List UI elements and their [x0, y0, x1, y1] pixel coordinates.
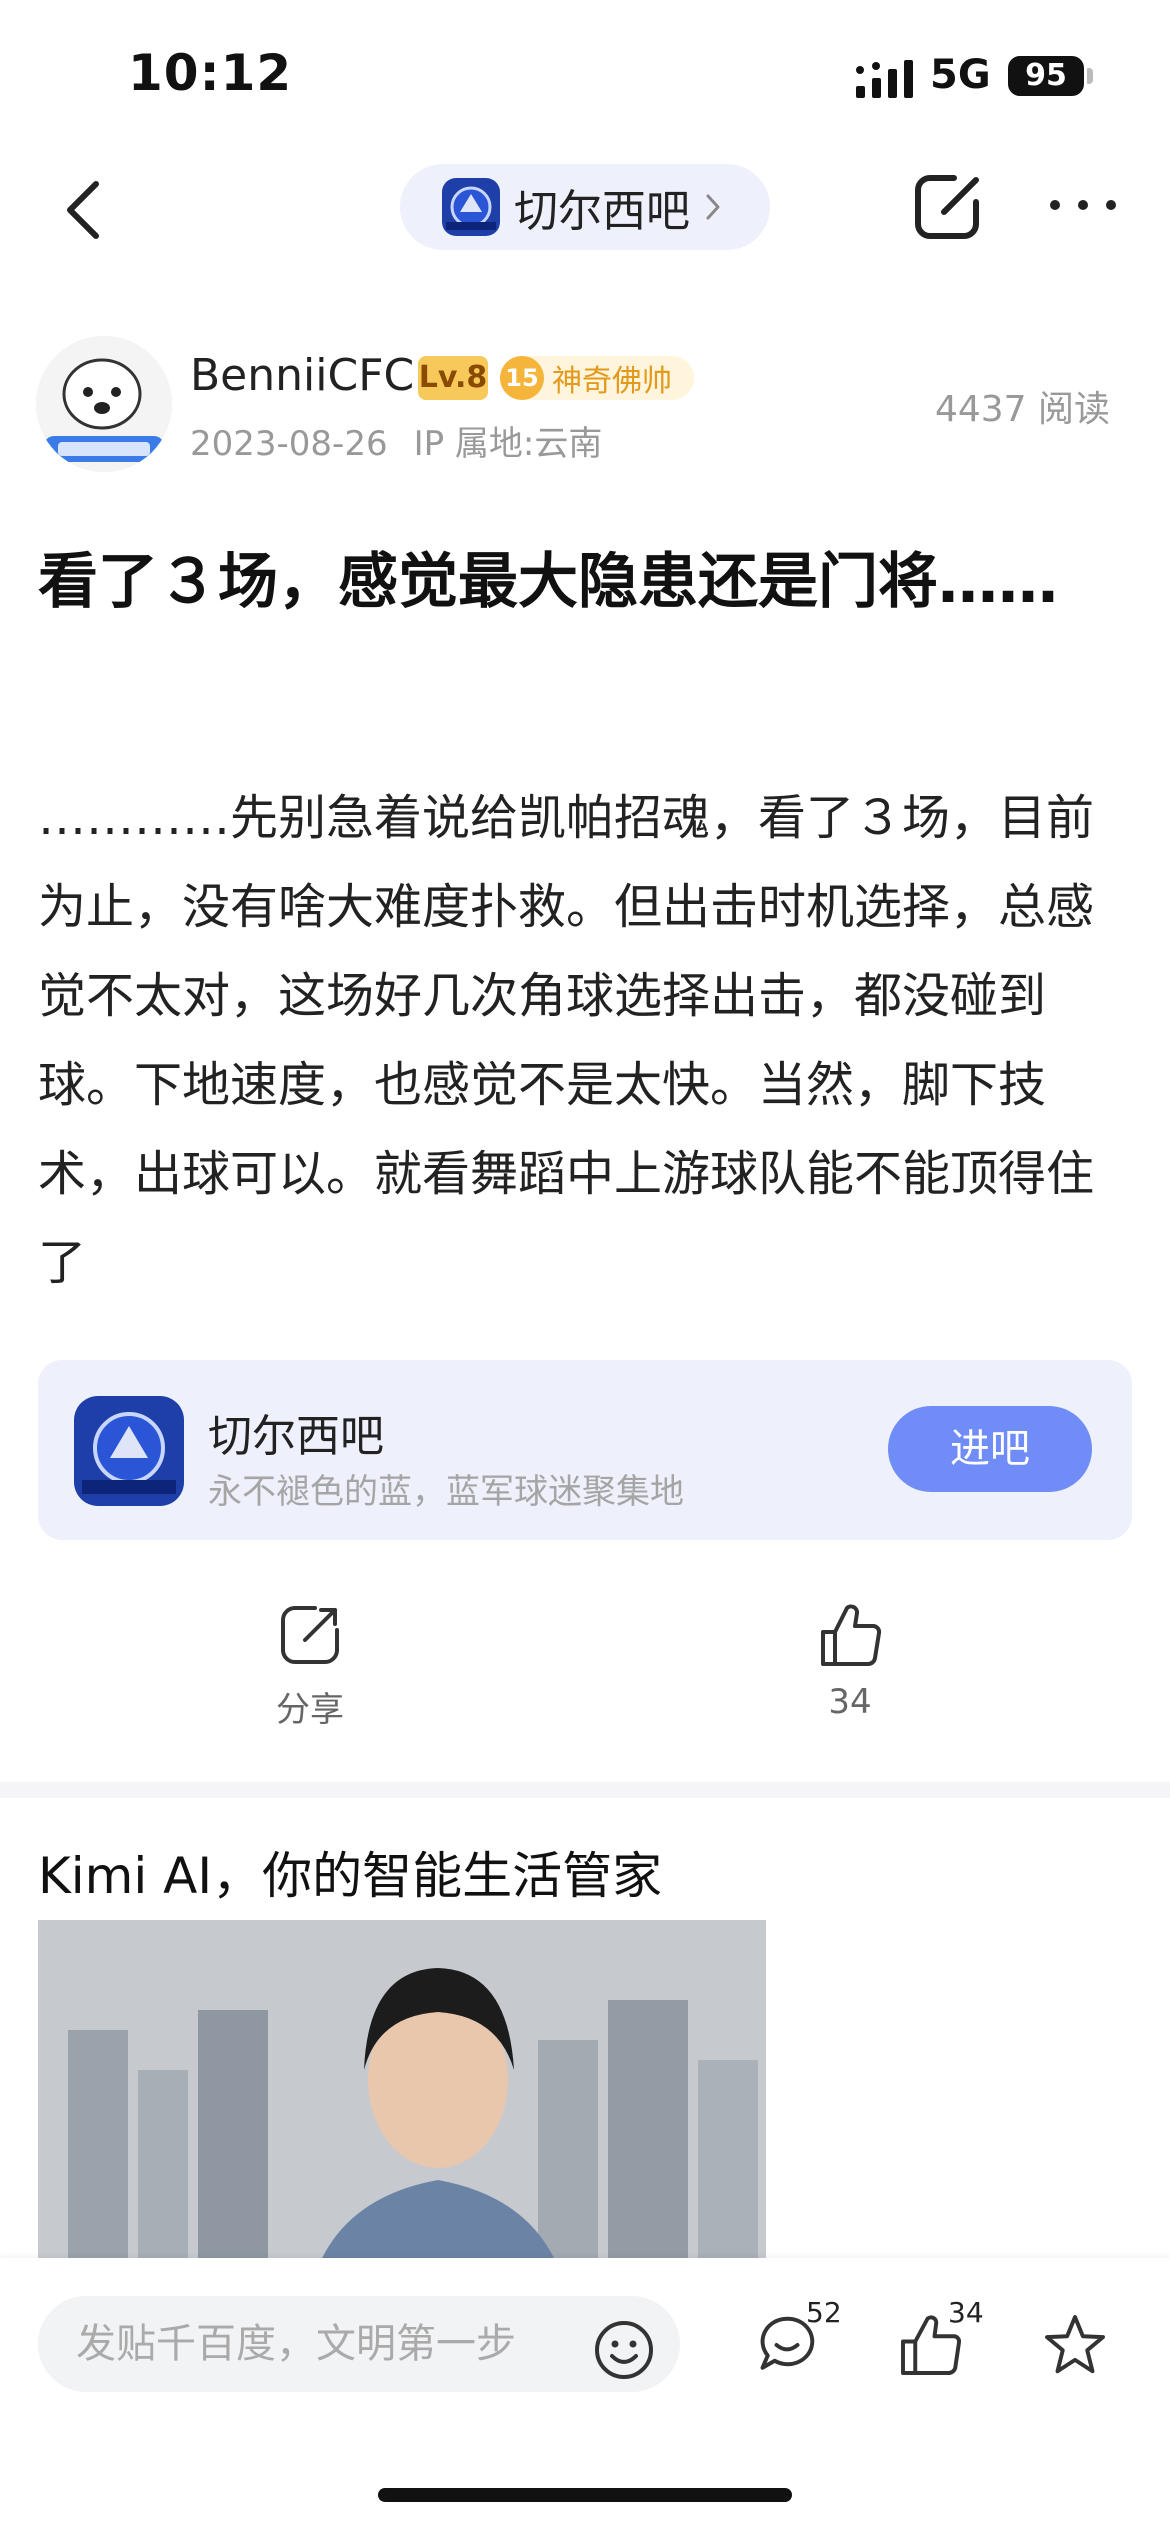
post-date: 2023-08-26 [190, 424, 388, 464]
post-meta: 2023-08-26 IP 属地:云南 [190, 416, 602, 465]
bottom-bar: 52 34 [0, 2258, 1170, 2532]
status-bar: 10:12 5G 95 [0, 0, 1170, 150]
forum-pill[interactable]: 切尔西吧 [400, 164, 770, 250]
forum-card-description: 永不褪色的蓝，蓝军球迷聚集地 [208, 1472, 684, 1512]
ad-title[interactable]: Kimi AI，你的智能生活管家 [38, 1836, 662, 1908]
honor-title-badge: 15 神奇佛帅 [500, 356, 694, 400]
post-content: …………先别急着说给凯帕招魂，看了３场，目前为止，没有啥大难度扑救。但出击时机选… [38, 790, 1095, 1291]
forum-card[interactable]: 切尔西吧 永不褪色的蓝，蓝军球迷聚集地 进吧 [38, 1360, 1132, 1540]
thumbs-up-icon [821, 1604, 882, 1667]
status-time: 10:12 [128, 44, 293, 102]
honor-title: 神奇佛帅 [552, 364, 672, 399]
join-forum-button[interactable]: 进吧 [888, 1406, 1092, 1492]
chelsea-forum-icon [442, 178, 500, 236]
network-type: 5G [930, 52, 991, 98]
more-dot [1050, 200, 1060, 210]
battery-icon: 95 [1008, 56, 1084, 96]
like-button[interactable]: 34 [896, 2296, 984, 2390]
author-name[interactable]: BenniiCFC [190, 350, 414, 401]
share-label: 分享 [276, 1690, 344, 1730]
share-icon [281, 1606, 339, 1664]
more-dots-icon[interactable] [1050, 200, 1116, 214]
comment-button[interactable]: 52 [752, 2296, 842, 2390]
signal-icon [856, 60, 913, 98]
section-divider [0, 1782, 1170, 1798]
share-action[interactable]: 分享 [260, 1600, 360, 1731]
comment-count: 52 [806, 2296, 842, 2329]
honor-level: 15 [500, 356, 544, 400]
like-action[interactable]: 34 [800, 1600, 900, 1722]
ad-video-thumbnail[interactable] [38, 1920, 766, 2300]
battery-tip [1087, 68, 1093, 84]
forum-card-name: 切尔西吧 [208, 1411, 384, 1462]
chevron-left-icon[interactable] [56, 178, 116, 242]
author-avatar[interactable] [36, 336, 172, 472]
level-badge: Lv.8 [418, 356, 488, 400]
chelsea-forum-icon [74, 1396, 184, 1506]
forum-pill-name: 切尔西吧 [514, 186, 690, 237]
ip-location: IP 属地:云南 [413, 424, 603, 464]
like-count-bottom: 34 [948, 2296, 984, 2329]
read-count: 4437 阅读 [934, 389, 1110, 430]
post-title: 看了３场，感觉最大隐患还是门将…… [38, 547, 1058, 617]
comment-input[interactable] [38, 2296, 680, 2392]
more-dot [1106, 200, 1116, 210]
post-detail-screen: 10:12 5G 95 切尔西吧 BenniiCFC Lv.8 15 神奇佛帅 … [0, 0, 1170, 2532]
chevron-right-icon [706, 194, 720, 220]
smiley-icon[interactable] [592, 2318, 656, 2382]
nav-bar: 切尔西吧 [0, 150, 1170, 270]
edit-square-icon[interactable] [910, 170, 984, 244]
star-icon [1045, 2315, 1105, 2374]
like-count: 34 [828, 1682, 872, 1722]
home-indicator [378, 2488, 792, 2502]
more-dot [1078, 200, 1088, 210]
favorite-button[interactable] [1040, 2310, 1120, 2390]
